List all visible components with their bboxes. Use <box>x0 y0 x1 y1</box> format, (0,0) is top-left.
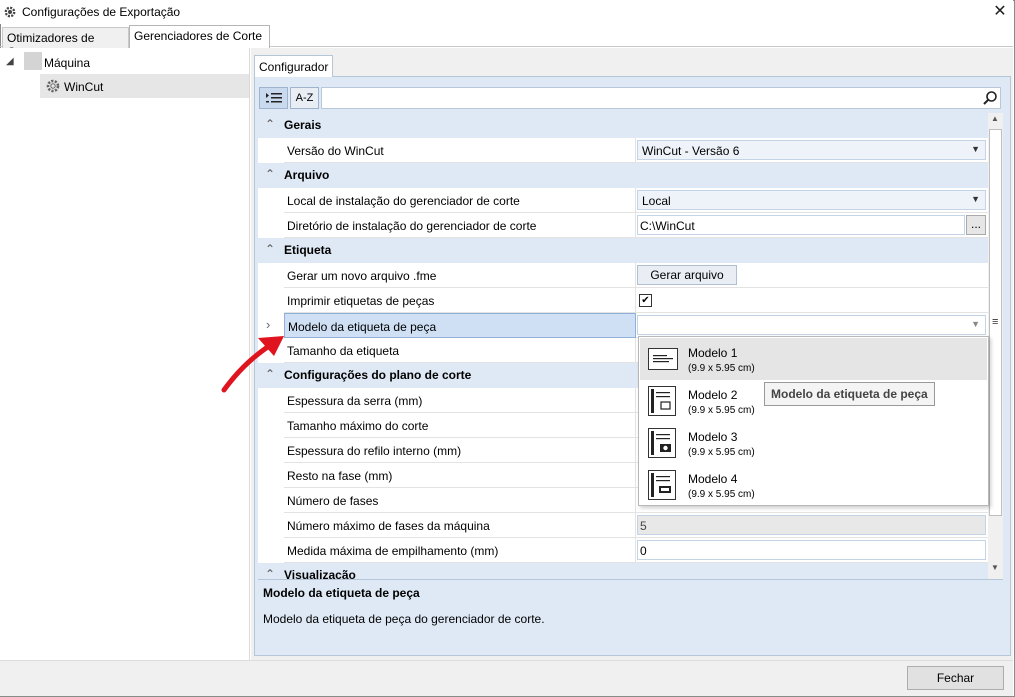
prop-row-diretorio: Diretório de instalação do gerenciador d… <box>284 213 988 238</box>
dropdown-arrow-icon: ▼ <box>971 194 980 204</box>
option-size: (9.9 x 5.95 cm) <box>688 447 755 458</box>
option-size: (9.9 x 5.95 cm) <box>688 405 755 416</box>
splitter-grip-icon[interactable]: ≡ <box>992 316 998 328</box>
dropdown-option-modelo-4[interactable]: Modelo 4 (9.9 x 5.95 cm) <box>640 464 987 506</box>
prop-name: Número máximo de fases da máquina <box>284 513 636 538</box>
label-barcode-icon <box>651 473 671 497</box>
label-camera-icon <box>651 431 671 455</box>
label-template-icon <box>648 386 676 416</box>
category-label: Arquivo <box>284 168 330 182</box>
tree-item-wincut-label: WinCut <box>64 80 104 94</box>
category-gerais[interactable]: ⌃ Gerais <box>258 113 988 138</box>
alphabetical-sort-button[interactable]: A-Z <box>290 87 319 109</box>
generate-file-button[interactable]: Gerar arquivo <box>637 265 737 285</box>
collapse-triangle-icon[interactable]: ◢ <box>6 56 14 67</box>
tree-item-maquina[interactable]: Máquina <box>44 56 90 70</box>
chevron-up-icon[interactable]: ⌃ <box>265 117 277 131</box>
max-stack-field[interactable]: 0 <box>637 540 986 560</box>
annotation-arrow-icon <box>221 336 284 393</box>
option-size: (9.9 x 5.95 cm) <box>688 363 755 374</box>
tab-configurador[interactable]: Configurador <box>254 55 334 77</box>
prop-row-num-max-fases: Número máximo de fases da máquina 5 <box>284 513 988 538</box>
title-bar: Configurações de Exportação ✕ <box>0 0 1013 24</box>
prop-name: Número de fases <box>284 488 636 513</box>
prop-name: Local de instalação do gerenciador de co… <box>284 188 636 213</box>
category-label: Configurações do plano de corte <box>284 368 472 382</box>
tab-gerenciadores[interactable]: Gerenciadores de Corte <box>129 25 270 48</box>
window-title: Configurações de Exportação <box>22 5 181 19</box>
description-title: Modelo da etiqueta de peça <box>263 586 420 600</box>
machine-tree <box>0 48 250 660</box>
category-arquivo[interactable]: ⌃ Arquivo <box>258 163 988 188</box>
label-template-icon <box>648 348 678 370</box>
prop-row-gerar: Gerar um novo arquivo .fme Gerar arquivo <box>284 263 988 288</box>
tab-otimizadores[interactable]: Otimizadores de Corte <box>2 27 129 59</box>
prop-name: Resto na fase (mm) <box>284 463 636 488</box>
fechar-button[interactable]: Fechar <box>907 666 1004 690</box>
install-location-select[interactable]: Local ▼ <box>637 190 986 210</box>
description-text: Modelo da etiqueta de peça do gerenciado… <box>263 612 545 626</box>
chevron-up-icon[interactable]: ⌃ <box>265 242 277 256</box>
version-select[interactable]: WinCut - Versão 6 ▼ <box>637 140 986 160</box>
label-lines-icon <box>653 355 673 363</box>
select-value: Local <box>642 194 671 208</box>
prop-row-versao: Versão do WinCut WinCut - Versão 6 ▼ <box>284 138 988 163</box>
gear-icon <box>46 79 60 93</box>
categorized-list-icon <box>265 93 282 103</box>
category-visualizacao[interactable]: ⌃ Visualização <box>258 563 988 580</box>
category-label: Gerais <box>284 118 322 132</box>
machine-icon <box>24 52 42 70</box>
prop-name: Tamanho da etiqueta <box>284 338 636 363</box>
prop-name: Medida máxima de empilhamento (mm) <box>284 538 636 563</box>
option-size: (9.9 x 5.95 cm) <box>688 489 755 500</box>
search-icon[interactable] <box>982 90 998 106</box>
option-title: Modelo 1 <box>688 346 738 360</box>
prop-name: Imprimir etiquetas de peças <box>284 288 636 313</box>
gear-icon <box>4 6 16 18</box>
prop-name: Diretório de instalação do gerenciador d… <box>284 213 636 238</box>
prop-row-modelo: Modelo da etiqueta de peça ▼ <box>284 313 988 338</box>
close-window-button[interactable]: ✕ <box>990 2 1010 22</box>
select-value: WinCut - Versão 6 <box>642 144 740 158</box>
search-input[interactable] <box>321 87 1001 109</box>
label-model-select[interactable]: ▼ <box>637 315 986 335</box>
browse-button[interactable]: ... <box>966 215 986 235</box>
chevron-up-icon[interactable]: ⌃ <box>265 167 277 181</box>
prop-row-imprimir: Imprimir etiquetas de peças ✔ <box>284 288 988 313</box>
dropdown-arrow-icon: ▼ <box>971 319 980 329</box>
prop-name[interactable]: Modelo da etiqueta de peça <box>284 313 636 338</box>
categorized-view-button[interactable] <box>259 87 288 109</box>
label-template-icon <box>648 470 676 500</box>
option-title: Modelo 3 <box>688 430 738 444</box>
dropdown-arrow-icon: ▼ <box>971 144 980 154</box>
label-lines-box-icon <box>651 389 671 413</box>
scroll-up-icon[interactable]: ▲ <box>991 114 999 123</box>
scroll-down-icon[interactable]: ▼ <box>991 563 999 572</box>
category-etiqueta[interactable]: ⌃ Etiqueta <box>258 238 988 263</box>
category-label: Etiqueta <box>284 243 332 257</box>
dropdown-option-modelo-3[interactable]: Modelo 3 (9.9 x 5.95 cm) <box>640 422 987 464</box>
description-panel: Modelo da etiqueta de peça Modelo da eti… <box>258 579 1003 651</box>
label-template-icon <box>648 428 676 458</box>
tooltip: Modelo da etiqueta de peça <box>764 382 935 406</box>
install-directory-field[interactable]: C:\WinCut <box>637 215 965 235</box>
footer-bar <box>0 660 1013 696</box>
prop-name: Versão do WinCut <box>284 138 636 163</box>
option-title: Modelo 4 <box>688 472 738 486</box>
prop-row-medida-max: Medida máxima de empilhamento (mm) 0 <box>284 538 988 563</box>
print-labels-checkbox[interactable]: ✔ <box>639 294 652 307</box>
dropdown-option-modelo-1[interactable]: Modelo 1 (9.9 x 5.95 cm) <box>640 338 987 380</box>
prop-row-local: Local de instalação do gerenciador de co… <box>284 188 988 213</box>
option-title: Modelo 2 <box>688 388 738 402</box>
max-phases-field: 5 <box>637 515 986 535</box>
prop-name: Tamanho máximo do corte <box>284 413 636 438</box>
prop-name: Espessura da serra (mm) <box>284 388 636 413</box>
label-model-dropdown: Modelo 1 (9.9 x 5.95 cm) Modelo 2 (9.9 x… <box>638 336 989 506</box>
prop-name: Espessura do refilo interno (mm) <box>284 438 636 463</box>
prop-name: Gerar um novo arquivo .fme <box>284 263 636 288</box>
